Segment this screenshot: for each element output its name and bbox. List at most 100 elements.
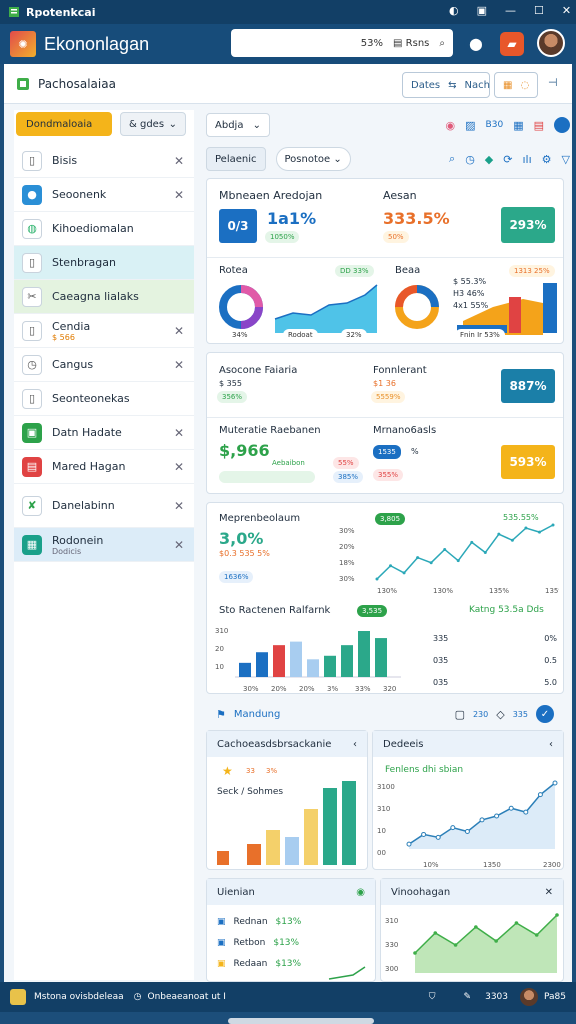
- sidebar-item[interactable]: ▤ Mared Hagan ✕: [14, 450, 194, 484]
- sidebar-item[interactable]: ▯ Seonteonekas: [14, 382, 194, 416]
- sidebar-item[interactable]: ▦ Rodonein Dodicis ✕: [14, 528, 194, 562]
- lock-icon[interactable]: ▢: [455, 708, 465, 721]
- sidebar-item[interactable]: ▯ Cendia $ 566 ✕: [14, 314, 194, 348]
- kpi1-right-title: Aesan: [383, 189, 417, 202]
- segment-2[interactable]: Posnotoe ⌄: [275, 147, 351, 171]
- tag-icon[interactable]: ◇: [496, 708, 504, 721]
- close-icon[interactable]: ✕: [174, 154, 184, 168]
- header-actions[interactable]: Dates ⇆ Nach: [402, 72, 490, 98]
- view-select[interactable]: Abdja ⌄: [206, 113, 270, 137]
- primary-button[interactable]: Dondmaloaia: [16, 112, 112, 136]
- help-icon[interactable]: ◐: [449, 4, 459, 17]
- filter-icon[interactable]: ▽: [562, 153, 570, 166]
- save-icon[interactable]: ▣: [477, 4, 487, 17]
- refresh-icon[interactable]: ⟳: [503, 153, 512, 166]
- close-icon[interactable]: ✕: [174, 188, 184, 202]
- status-avatar[interactable]: [520, 988, 538, 1006]
- section-b: 335: [512, 709, 528, 719]
- search-filter-button[interactable]: ▤ Rsns: [393, 38, 429, 49]
- clock-icon[interactable]: ◷: [465, 153, 475, 166]
- chart-icon[interactable]: ılı: [522, 153, 531, 166]
- share-icon[interactable]: ⇆: [448, 80, 456, 91]
- sidebar-item-label: Cendia: [52, 319, 91, 333]
- sidebar: Dondmaloaia & gdes ⌄ ▯ Bisis ✕ ● Seoonenk ✕ ◍ Ki…: [14, 110, 194, 980]
- list-icon[interactable]: ▤: [534, 119, 544, 132]
- status-clock-icon: ◷: [133, 992, 142, 1002]
- close-icon[interactable]: ✕: [174, 324, 184, 338]
- sidebar-item-label: Datn Hadate: [52, 426, 122, 439]
- sidebar-item[interactable]: ▯ Stenbragan: [14, 246, 194, 280]
- close-icon[interactable]: ✕: [174, 499, 184, 513]
- y-tick-label: 310: [377, 805, 390, 813]
- search-icon[interactable]: ⌕: [439, 38, 445, 49]
- page-header: Pachosalaiaa Dates ⇆ Nach ▦ ◌ ⊣: [4, 64, 572, 104]
- side-value: 0.5: [544, 655, 557, 665]
- close-icon[interactable]: ✕: [545, 887, 553, 898]
- chart-a-header: Cachoeasdsbrsackanie ‹: [207, 731, 367, 757]
- line-point: [494, 813, 500, 819]
- list-item[interactable]: ▣ Retbon $13%: [217, 932, 365, 953]
- sidebar-item[interactable]: ✘ Danelabinn ✕: [14, 484, 194, 528]
- maximize-button[interactable]: ☐: [534, 4, 544, 17]
- close-icon[interactable]: ✕: [174, 538, 184, 552]
- title-bar: Rpotenkcai ◐ ▣ — ☐ ✕: [0, 0, 576, 24]
- collapse-icon[interactable]: ‹: [549, 739, 553, 750]
- x-tick-label: 30%: [243, 685, 259, 693]
- x-logo-icon: ✘: [22, 495, 42, 516]
- expand-icon[interactable]: ⊣: [548, 76, 558, 89]
- status-edit-icon[interactable]: ✎: [464, 992, 472, 1002]
- line-point: [537, 792, 543, 798]
- close-icon[interactable]: ✕: [174, 426, 184, 440]
- home-indicator[interactable]: [228, 1018, 374, 1024]
- search-bar[interactable]: 53% ▤ Rsns ⌕: [231, 29, 453, 57]
- legend-swatch: [217, 851, 229, 865]
- sidebar-item[interactable]: ● Seoonenk ✕: [14, 178, 194, 212]
- pin-icon[interactable]: ◌: [520, 80, 529, 91]
- chart-d-header: Vinoohagan ✕: [381, 879, 563, 905]
- kpi1-value: 1a1%: [267, 209, 317, 228]
- sidebar-item[interactable]: ◍ Kihoediomalan: [14, 212, 194, 246]
- notification-icon[interactable]: ⬤: [464, 32, 488, 56]
- y-tick-label: 20%: [339, 543, 355, 551]
- x-tick-label: 130%: [377, 587, 397, 593]
- nach-button[interactable]: Nach: [465, 80, 490, 91]
- header-tools[interactable]: ▦ ◌: [494, 72, 538, 98]
- diamond-icon[interactable]: ◆: [485, 153, 493, 166]
- sidebar-select[interactable]: & gdes ⌄: [120, 112, 186, 136]
- collapse-icon[interactable]: ‹: [353, 739, 357, 750]
- bar: [323, 788, 337, 865]
- line1-sub: $0.3 535 5%: [219, 549, 270, 558]
- calendar-icon[interactable]: ▦: [513, 119, 523, 132]
- user-avatar[interactable]: [537, 29, 565, 57]
- close-icon[interactable]: ✕: [174, 358, 184, 372]
- close-button[interactable]: ✕: [562, 4, 571, 17]
- settings-icon[interactable]: ⚙: [542, 153, 552, 166]
- minimize-button[interactable]: —: [505, 4, 516, 17]
- camera-icon[interactable]: ◉: [446, 119, 456, 132]
- sidebar-item[interactable]: ▯ Bisis ✕: [14, 144, 194, 178]
- segment-1[interactable]: Pelaenic: [206, 147, 266, 171]
- sidebar-item[interactable]: ▣ Datn Hadate ✕: [14, 416, 194, 450]
- sidebar-item[interactable]: ✂ Caeagna lialaks: [14, 280, 194, 314]
- close-icon[interactable]: ✕: [174, 460, 184, 474]
- status-shield-icon[interactable]: ⛉: [429, 992, 436, 1002]
- line-point: [514, 921, 519, 925]
- list-card-c: Uienian ◉ ▣ Rednan $13% ▣ Retbon $13% ▣ Redaan $…: [206, 878, 376, 982]
- user-small-avatar[interactable]: [554, 117, 570, 133]
- sidebar-item[interactable]: ◷ Cangus ✕: [14, 348, 194, 382]
- image-icon[interactable]: ▨: [465, 119, 475, 132]
- grid-icon[interactable]: ▦: [503, 80, 512, 91]
- area-chart-left: [274, 284, 378, 333]
- confirm-icon[interactable]: ✓: [536, 705, 554, 723]
- bar: [285, 837, 299, 865]
- inbox-icon[interactable]: ▰: [500, 32, 524, 56]
- info-icon[interactable]: ◉: [356, 887, 365, 898]
- sidebar-list: ▯ Bisis ✕ ● Seoonenk ✕ ◍ Kihoediomalan ▯ Stenbrag…: [14, 144, 194, 562]
- analytics-card: Meprenbeolaum 3,0% $0.3 535 5% 1636% 3,8…: [206, 502, 564, 694]
- mini-left-pct2: Rodoat: [283, 329, 318, 341]
- search-icon[interactable]: ⌕: [449, 152, 455, 166]
- area-fill: [415, 915, 557, 973]
- dates-button[interactable]: Dates: [411, 80, 440, 91]
- list-item[interactable]: ▣ Rednan $13%: [217, 911, 365, 932]
- line1-tag: 1636%: [219, 571, 254, 583]
